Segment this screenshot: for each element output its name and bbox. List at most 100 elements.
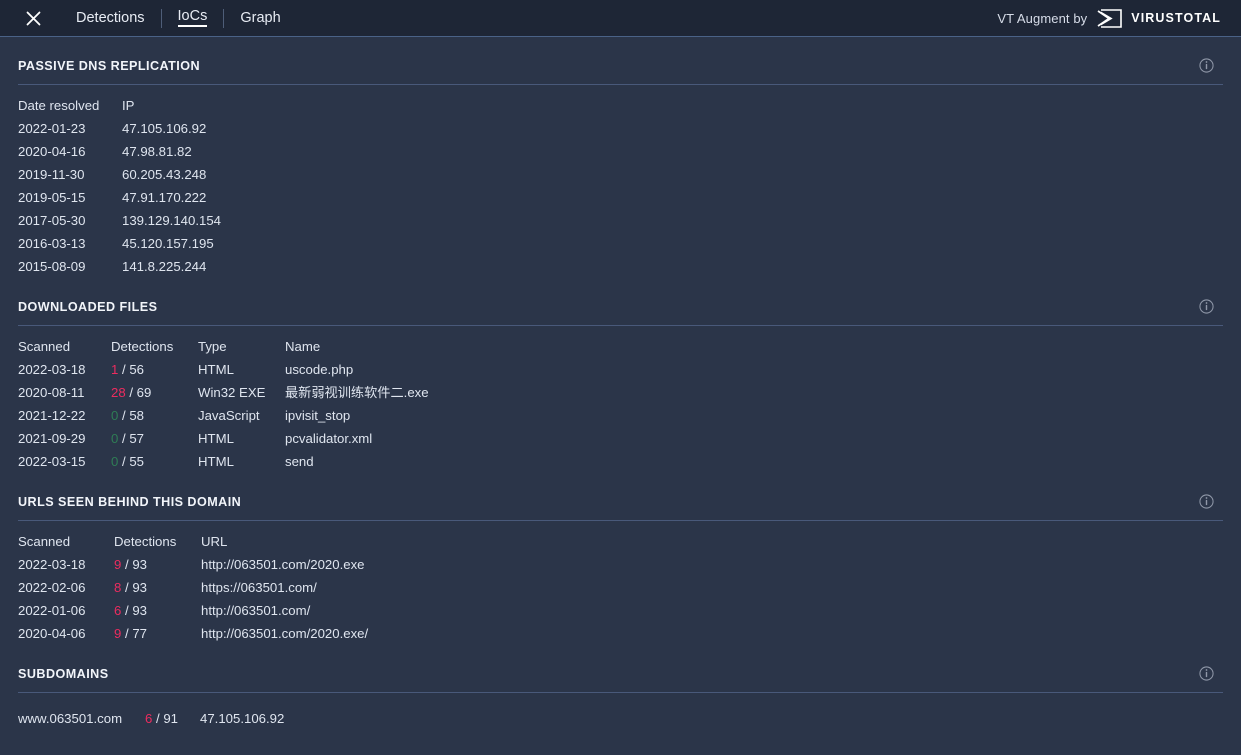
cell-scanned: 2022-01-06 bbox=[18, 599, 114, 622]
col-detections: Detections bbox=[114, 531, 201, 553]
cell-date-resolved: 2020-04-16 bbox=[18, 140, 122, 163]
tab-graph-label: Graph bbox=[240, 11, 280, 26]
cell-url: http://063501.com/2020.exe/ bbox=[201, 622, 368, 645]
cell-type: HTML bbox=[198, 427, 285, 450]
detection-total: / 77 bbox=[121, 626, 147, 641]
detection-count: 28 bbox=[111, 385, 126, 400]
tab-graph[interactable]: Graph bbox=[224, 0, 296, 36]
cell-subdomain: www.063501.com bbox=[18, 707, 145, 730]
cell-scanned: 2022-03-18 bbox=[18, 553, 114, 576]
detection-total: / 55 bbox=[118, 454, 144, 469]
table-row[interactable]: www.063501.com6 / 9147.105.106.92 bbox=[18, 707, 284, 730]
detection-total: / 57 bbox=[118, 431, 144, 446]
cell-scanned: 2021-09-29 bbox=[18, 427, 111, 450]
main-nav: Detections IoCs Graph bbox=[60, 0, 297, 36]
cell-detections: 1 / 56 bbox=[111, 358, 198, 381]
table-row[interactable]: 2022-01-2347.105.106.92 bbox=[18, 117, 221, 140]
top-bar: Detections IoCs Graph VT Augment by VIRU… bbox=[0, 0, 1241, 37]
cell-date-resolved: 2019-05-15 bbox=[18, 186, 122, 209]
downloaded-files-header: DOWNLOADED FILES bbox=[18, 278, 1223, 314]
info-circle-icon[interactable] bbox=[1199, 299, 1214, 314]
detection-total: / 91 bbox=[152, 711, 178, 726]
urls-title: URLS SEEN BEHIND THIS DOMAIN bbox=[18, 495, 241, 509]
col-name: Name bbox=[285, 336, 429, 358]
urls-header: URLS SEEN BEHIND THIS DOMAIN bbox=[18, 473, 1223, 509]
table-row[interactable]: 2017-05-30139.129.140.154 bbox=[18, 209, 221, 232]
passive-dns-title: PASSIVE DNS REPLICATION bbox=[18, 59, 200, 73]
cell-detections: 0 / 57 bbox=[111, 427, 198, 450]
passive-dns-divider bbox=[18, 84, 1223, 85]
col-date-resolved: Date resolved bbox=[18, 95, 122, 117]
table-row[interactable]: 2022-01-066 / 93http://063501.com/ bbox=[18, 599, 368, 622]
cell-scanned: 2022-03-18 bbox=[18, 358, 111, 381]
subdomains-title: SUBDOMAINS bbox=[18, 667, 109, 681]
cell-type: HTML bbox=[198, 450, 285, 473]
detection-total: / 93 bbox=[121, 603, 147, 618]
info-circle-icon[interactable] bbox=[1199, 666, 1214, 681]
detection-total: / 93 bbox=[121, 557, 147, 572]
detection-total: / 56 bbox=[118, 362, 144, 377]
table-row[interactable]: 2015-08-09141.8.225.244 bbox=[18, 255, 221, 278]
urls-divider bbox=[18, 520, 1223, 521]
close-icon[interactable] bbox=[22, 7, 44, 29]
subdomains-table: www.063501.com6 / 9147.105.106.92 bbox=[18, 707, 284, 730]
table-row[interactable]: 2020-08-1128 / 69Win32 EXE最新弱视训练软件二.exe bbox=[18, 381, 429, 404]
cell-ip: 139.129.140.154 bbox=[122, 209, 221, 232]
cell-name: pcvalidator.xml bbox=[285, 427, 429, 450]
cell-url: http://063501.com/2020.exe bbox=[201, 553, 368, 576]
table-row[interactable]: 2022-02-068 / 93https://063501.com/ bbox=[18, 576, 368, 599]
col-scanned: Scanned bbox=[18, 336, 111, 358]
tab-detections[interactable]: Detections bbox=[60, 0, 161, 36]
cell-url: https://063501.com/ bbox=[201, 576, 368, 599]
table-row[interactable]: 2021-12-220 / 58JavaScriptipvisit_stop bbox=[18, 404, 429, 427]
table-row[interactable]: 2019-05-1547.91.170.222 bbox=[18, 186, 221, 209]
cell-detections: 6 / 93 bbox=[114, 599, 201, 622]
cell-ip: 141.8.225.244 bbox=[122, 255, 221, 278]
table-row[interactable]: 2022-03-189 / 93http://063501.com/2020.e… bbox=[18, 553, 368, 576]
cell-ip: 47.105.106.92 bbox=[122, 117, 221, 140]
table-row[interactable]: 2020-04-069 / 77http://063501.com/2020.e… bbox=[18, 622, 368, 645]
subdomains-divider bbox=[18, 692, 1223, 693]
cell-type: Win32 EXE bbox=[198, 381, 285, 404]
cell-detections: 0 / 58 bbox=[111, 404, 198, 427]
cell-detections: 28 / 69 bbox=[111, 381, 198, 404]
cell-name: send bbox=[285, 450, 429, 473]
section-downloaded-files: DOWNLOADED FILES Scanned Detections Type… bbox=[18, 278, 1223, 473]
table-row[interactable]: 2019-11-3060.205.43.248 bbox=[18, 163, 221, 186]
cell-date-resolved: 2022-01-23 bbox=[18, 117, 122, 140]
info-circle-icon[interactable] bbox=[1199, 58, 1214, 73]
detection-total: / 58 bbox=[118, 408, 144, 423]
cell-name: ipvisit_stop bbox=[285, 404, 429, 427]
cell-date-resolved: 2016-03-13 bbox=[18, 232, 122, 255]
cell-date-resolved: 2019-11-30 bbox=[18, 163, 122, 186]
brand-wordmark: VIRUSTOTAL bbox=[1131, 11, 1221, 25]
col-type: Type bbox=[198, 336, 285, 358]
table-row[interactable]: 2022-03-181 / 56HTMLuscode.php bbox=[18, 358, 429, 381]
info-circle-icon[interactable] bbox=[1199, 494, 1214, 509]
cell-ip: 60.205.43.248 bbox=[122, 163, 221, 186]
subdomains-header: SUBDOMAINS bbox=[18, 645, 1223, 681]
downloaded-files-table: Scanned Detections Type Name 2022-03-181… bbox=[18, 336, 429, 473]
col-url: URL bbox=[201, 531, 368, 553]
cell-scanned: 2020-04-06 bbox=[18, 622, 114, 645]
cell-type: HTML bbox=[198, 358, 285, 381]
downloaded-files-title: DOWNLOADED FILES bbox=[18, 300, 157, 314]
table-row[interactable]: 2022-03-150 / 55HTMLsend bbox=[18, 450, 429, 473]
cell-detections: 6 / 91 bbox=[145, 707, 200, 730]
brand-text: VT Augment by bbox=[997, 11, 1087, 26]
ioc-content: PASSIVE DNS REPLICATION Date resolved IP… bbox=[0, 37, 1241, 755]
cell-detections: 8 / 93 bbox=[114, 576, 201, 599]
tab-iocs[interactable]: IoCs bbox=[162, 0, 224, 36]
table-header-row: Date resolved IP bbox=[18, 95, 221, 117]
table-row[interactable]: 2016-03-1345.120.157.195 bbox=[18, 232, 221, 255]
tab-iocs-label: IoCs bbox=[178, 9, 208, 28]
col-ip: IP bbox=[122, 95, 221, 117]
section-passive-dns: PASSIVE DNS REPLICATION Date resolved IP… bbox=[18, 37, 1223, 278]
table-row[interactable]: 2020-04-1647.98.81.82 bbox=[18, 140, 221, 163]
brand-area: VT Augment by VIRUSTOTAL bbox=[997, 9, 1225, 28]
downloaded-files-divider bbox=[18, 325, 1223, 326]
table-header-row: Scanned Detections Type Name bbox=[18, 336, 429, 358]
section-urls: URLS SEEN BEHIND THIS DOMAIN Scanned Det… bbox=[18, 473, 1223, 645]
table-row[interactable]: 2021-09-290 / 57HTMLpcvalidator.xml bbox=[18, 427, 429, 450]
table-header-row: Scanned Detections URL bbox=[18, 531, 368, 553]
